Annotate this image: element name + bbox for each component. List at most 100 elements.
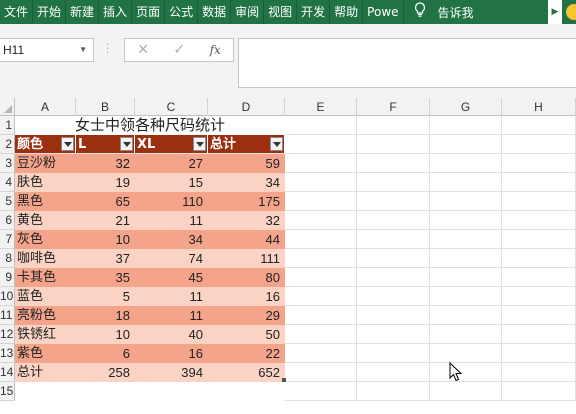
column-header-g[interactable]: G	[430, 98, 502, 116]
empty-cell[interactable]	[502, 363, 576, 382]
data-cell[interactable]: 35	[76, 268, 135, 287]
empty-cell[interactable]	[357, 192, 430, 211]
empty-cell[interactable]	[430, 249, 502, 268]
data-cell[interactable]: 22	[208, 344, 285, 363]
row-header[interactable]: 3	[0, 154, 15, 173]
row-header[interactable]: 12	[0, 325, 15, 344]
empty-cell[interactable]	[357, 382, 430, 401]
empty-cell[interactable]	[430, 211, 502, 230]
data-cell[interactable]: 29	[208, 306, 285, 325]
data-cell[interactable]: 5	[76, 287, 135, 306]
ribbon-tab[interactable]: 开始	[33, 0, 67, 24]
insert-function-icon[interactable]: fx	[210, 43, 221, 57]
data-cell[interactable]: 34	[135, 230, 208, 249]
empty-cell[interactable]	[502, 325, 576, 344]
empty-cell[interactable]	[430, 135, 502, 154]
data-cell[interactable]: 肤色	[15, 173, 76, 192]
data-cell[interactable]: 110	[135, 192, 208, 211]
empty-cell[interactable]	[430, 287, 502, 306]
row-header[interactable]: 10	[0, 287, 15, 306]
lightbulb-icon[interactable]	[412, 2, 428, 22]
empty-cell[interactable]	[357, 230, 430, 249]
row-header[interactable]: 15	[0, 382, 15, 401]
header-cell[interactable]: 总计	[208, 135, 285, 154]
empty-cell[interactable]	[285, 249, 357, 268]
empty-cell[interactable]	[502, 154, 576, 173]
data-cell[interactable]: 11	[135, 211, 208, 230]
row-header[interactable]: 5	[0, 192, 15, 211]
empty-cell[interactable]	[285, 306, 357, 325]
data-cell[interactable]: 11	[135, 306, 208, 325]
header-cell[interactable]: 颜色	[15, 135, 76, 154]
empty-cell[interactable]	[430, 382, 502, 401]
empty-cell[interactable]	[430, 192, 502, 211]
data-cell[interactable]: 27	[135, 154, 208, 173]
data-cell[interactable]: 59	[208, 154, 285, 173]
empty-cell[interactable]	[357, 211, 430, 230]
data-cell[interactable]: 175	[208, 192, 285, 211]
feedback-smiley-icon[interactable]	[562, 0, 576, 24]
empty-cell[interactable]	[430, 230, 502, 249]
data-cell[interactable]: 豆沙粉	[15, 154, 76, 173]
data-cell[interactable]: 37	[76, 249, 135, 268]
empty-cell[interactable]	[285, 268, 357, 287]
data-cell[interactable]: 紫色	[15, 344, 76, 363]
data-cell[interactable]: 16	[208, 287, 285, 306]
data-cell[interactable]: 卡其色	[15, 268, 76, 287]
table-resize-handle[interactable]	[282, 378, 286, 382]
cancel-icon[interactable]: ✕	[137, 42, 149, 58]
column-header-c[interactable]: C	[135, 98, 208, 116]
empty-cell[interactable]	[430, 363, 502, 382]
ribbon-tab[interactable]: Powe	[363, 0, 404, 24]
ribbon-tab[interactable]: 新建	[66, 0, 100, 24]
data-cell[interactable]: 32	[208, 211, 285, 230]
ribbon-tab[interactable]: 页面	[132, 0, 166, 24]
empty-cell[interactable]	[285, 382, 357, 401]
row-header[interactable]: 14	[0, 363, 15, 382]
column-header-h[interactable]: H	[502, 98, 576, 116]
data-cell[interactable]: 21	[76, 211, 135, 230]
empty-cell[interactable]	[285, 116, 357, 135]
row-header[interactable]: 6	[0, 211, 15, 230]
filter-dropdown-icon[interactable]	[193, 137, 206, 151]
row-header[interactable]: 11	[0, 306, 15, 325]
column-header-e[interactable]: E	[285, 98, 357, 116]
data-cell[interactable]: 18	[76, 306, 135, 325]
row-header[interactable]: 7	[0, 230, 15, 249]
data-cell[interactable]: 灰色	[15, 230, 76, 249]
chevron-down-icon[interactable]: ▼	[79, 39, 87, 61]
data-cell[interactable]: 111	[208, 249, 285, 268]
empty-cell[interactable]	[357, 363, 430, 382]
enter-icon[interactable]: ✓	[173, 42, 185, 58]
empty-cell[interactable]	[502, 344, 576, 363]
ribbon-tab[interactable]: 帮助	[330, 0, 364, 24]
filter-dropdown-icon[interactable]	[120, 137, 133, 151]
empty-cell[interactable]	[285, 325, 357, 344]
data-cell[interactable]: 40	[135, 325, 208, 344]
row-header[interactable]: 9	[0, 268, 15, 287]
empty-cell[interactable]	[502, 249, 576, 268]
column-header-d[interactable]: D	[208, 98, 285, 116]
ribbon-tab[interactable]: 审阅	[231, 0, 265, 24]
empty-cell[interactable]	[357, 173, 430, 192]
select-all-corner[interactable]	[0, 98, 15, 116]
totals-cell[interactable]: 258	[76, 363, 135, 382]
data-cell[interactable]: 19	[76, 173, 135, 192]
ribbon-tab[interactable]: 视图	[264, 0, 298, 24]
empty-cell[interactable]	[430, 116, 502, 135]
data-cell[interactable]: 蓝色	[15, 287, 76, 306]
empty-cell[interactable]	[430, 344, 502, 363]
data-cell[interactable]: 34	[208, 173, 285, 192]
ribbon-tab[interactable]: 文件	[0, 0, 34, 24]
totals-cell[interactable]: 394	[135, 363, 208, 382]
empty-cell[interactable]	[357, 135, 430, 154]
data-cell[interactable]: 32	[76, 154, 135, 173]
tell-me-search[interactable]: 告诉我	[438, 4, 474, 21]
empty-cell[interactable]	[357, 116, 430, 135]
formula-input[interactable]	[238, 38, 576, 88]
totals-cell[interactable]: 总计	[15, 363, 76, 382]
row-header[interactable]: 8	[0, 249, 15, 268]
empty-cell[interactable]	[357, 325, 430, 344]
empty-cell[interactable]	[285, 154, 357, 173]
data-cell[interactable]: 74	[135, 249, 208, 268]
